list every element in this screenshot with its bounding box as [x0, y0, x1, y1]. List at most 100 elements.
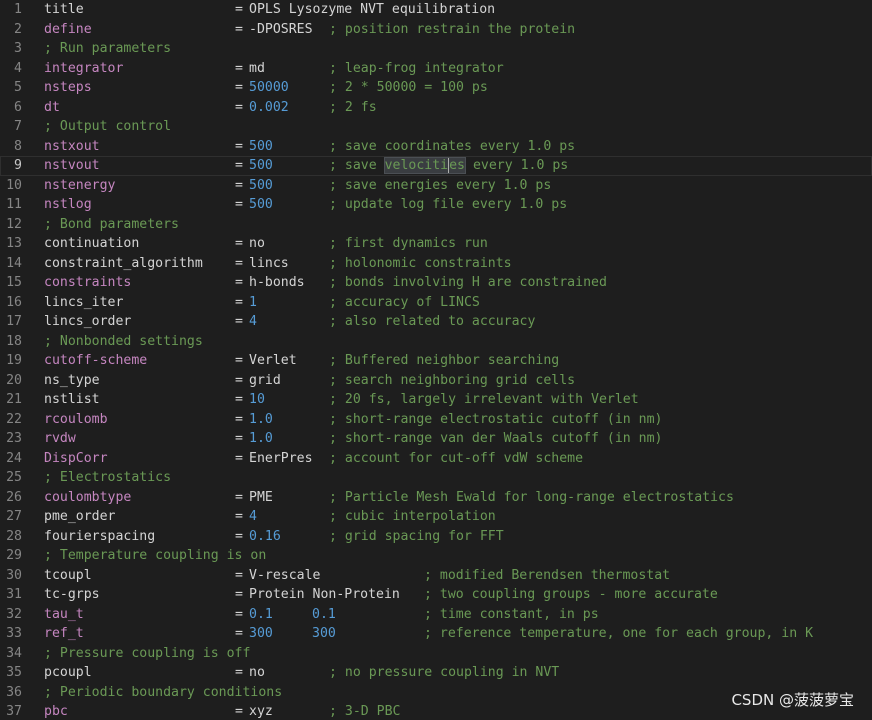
equals-sign: = [235, 411, 243, 427]
line-number: 34 [6, 645, 22, 661]
param-key: constraint_algorithm [44, 255, 203, 271]
code-line[interactable]: 34 ; Pressure coupling is off [0, 644, 872, 664]
inline-comment: ; short-range electrostatic cutoff (in n… [329, 410, 662, 430]
param-value: Verlet [249, 353, 297, 368]
section-comment: ; Nonbonded settings [44, 333, 203, 349]
param-value: 0.16 [249, 528, 281, 544]
code-line[interactable]: 33 ref_t = 300 300 ; reference temperature, o… [0, 624, 872, 644]
code-line[interactable]: 8 nstxout = 500 ; save coordinates every 1.0… [0, 137, 872, 157]
code-editor[interactable]: 1 title = OPLS Lysozyme NVT equilibration 2 d… [0, 0, 872, 720]
code-line[interactable]: 18 ; Nonbonded settings [0, 332, 872, 352]
inline-comment: ; leap-frog integrator [329, 59, 504, 79]
code-line[interactable]: 7 ; Output control [0, 117, 872, 137]
code-line[interactable]: 24 DispCorr = EnerPres ; account for cut-off… [0, 449, 872, 469]
param-value: 300 [249, 626, 273, 641]
code-line[interactable]: 1 title = OPLS Lysozyme NVT equilibration [0, 0, 872, 20]
param-key: lincs_order [44, 314, 132, 329]
equals-sign: = [235, 567, 243, 583]
param-value: V-rescale [249, 567, 321, 583]
inline-comment: ; bonds involving H are constrained [329, 273, 607, 293]
comment-text: ; short-range van der Waals cutoff (in n… [329, 431, 663, 446]
code-line[interactable]: 5 nsteps = 50000 ; 2 * 50000 = 100 ps [0, 78, 872, 98]
comment-text: ; accuracy of LINCS [329, 294, 480, 310]
code-line[interactable]: 20 ns_type = grid ; search neighboring grid … [0, 371, 872, 391]
comment-text: ; position restrain the protein [329, 21, 576, 37]
code-line[interactable]: 30 tcoupl = V-rescale ; modified Berendsen t… [0, 566, 872, 586]
equals-sign: = [235, 372, 243, 388]
param-value-2: 300 [312, 626, 336, 641]
line-number: 35 [6, 665, 22, 680]
code-line[interactable]: 26 coulombtype = PME ; Particle Mesh Ewald f… [0, 488, 872, 508]
param-key: nstenergy [44, 177, 116, 193]
code-line[interactable]: 19 cutoff-scheme = Verlet ; Buffered neighbo… [0, 351, 872, 371]
code-line[interactable]: 15 constraints = h-bonds ; bonds involving H… [0, 273, 872, 293]
inline-comment: ; 20 fs, largely irrelevant with Verlet [329, 390, 639, 410]
inline-comment: ; save coordinates every 1.0 ps [329, 137, 575, 157]
line-number: 2 [14, 21, 22, 37]
code-line[interactable]: 11 nstlog = 500 ; update log file every 1.0 … [0, 195, 872, 215]
section-comment: ; Electrostatics [44, 470, 172, 485]
param-key: cutoff-scheme [44, 353, 148, 368]
code-line[interactable]: 12 ; Bond parameters [0, 215, 872, 235]
param-key: lincs_iter [44, 294, 124, 310]
line-number: 18 [6, 333, 22, 349]
comment-text: ; account for cut-off vdW scheme [329, 450, 584, 466]
code-line[interactable]: 9 nstvout = 500 ; save velocities every 1.0 … [0, 156, 872, 176]
highlight-text: velociti [384, 158, 449, 173]
code-line[interactable]: 16 lincs_iter = 1 ; accuracy of LINCS [0, 293, 872, 313]
inline-comment: ; position restrain the protein [329, 20, 575, 40]
line-number: 23 [6, 431, 22, 446]
code-line[interactable]: 10 nstenergy = 500 ; save energies every 1.0… [0, 176, 872, 196]
code-line[interactable]: 25 ; Electrostatics [0, 468, 872, 488]
inline-comment: ; save energies every 1.0 ps [329, 176, 551, 196]
code-line[interactable]: 23 rvdw = 1.0 ; short-range van der Waals cu… [0, 429, 872, 449]
comment-text: ; short-range electrostatic cutoff (in n… [329, 411, 663, 427]
equals-sign: = [235, 255, 243, 271]
comment-text: ; cubic interpolation [329, 509, 496, 524]
param-key: nstlist [44, 392, 100, 407]
param-key: pme_order [44, 509, 116, 524]
code-line[interactable]: 14 constraint_algorithm = lincs ; holonomic … [0, 254, 872, 274]
code-line[interactable]: 6 dt = 0.002 ; 2 fs [0, 98, 872, 118]
code-line[interactable]: 35 pcoupl = no ; no pressure coupling in NVT [0, 663, 872, 683]
comment-tail: every 1.0 ps [465, 158, 569, 173]
param-value: EnerPres [249, 450, 313, 466]
line-number: 4 [14, 60, 22, 76]
equals-sign: = [235, 294, 243, 310]
param-key: dt [44, 99, 60, 115]
equals-sign: = [235, 450, 243, 466]
param-key: constraints [44, 275, 132, 290]
param-key: rcoulomb [44, 411, 108, 427]
param-value: md [249, 60, 265, 76]
code-line[interactable]: 2 define = -DPOSRES ; position restrain the … [0, 20, 872, 40]
param-value: no [249, 665, 265, 680]
code-line[interactable]: 27 pme_order = 4 ; cubic interpolation [0, 507, 872, 527]
comment-text: ; bonds involving H are constrained [329, 275, 607, 290]
comment-text: ; also related to accuracy [329, 314, 536, 329]
code-line[interactable]: 21 nstlist = 10 ; 20 fs, largely irrelevant … [0, 390, 872, 410]
param-key: pcoupl [44, 665, 92, 680]
code-line[interactable]: 29 ; Temperature coupling is on [0, 546, 872, 566]
param-value: 10 [249, 392, 265, 407]
code-line[interactable]: 17 lincs_order = 4 ; also related to accurac… [0, 312, 872, 332]
code-line[interactable]: 22 rcoulomb = 1.0 ; short-range electrostati… [0, 410, 872, 430]
code-line[interactable]: 13 continuation = no ; first dynamics run [0, 234, 872, 254]
section-comment: ; Output control [44, 119, 172, 134]
line-number: 32 [6, 606, 22, 622]
code-line[interactable]: 31 tc-grps = Protein Non-Protein ; two coupl… [0, 585, 872, 605]
param-value: 4 [249, 509, 257, 524]
watermark: CSDN @菠菠萝宝 [731, 691, 854, 709]
equals-sign: = [235, 606, 243, 622]
equals-sign: = [235, 158, 243, 173]
code-line[interactable]: 32 tau_t = 0.1 0.1 ; time constant, in ps [0, 605, 872, 625]
param-key: nsteps [44, 80, 92, 95]
code-line[interactable]: 3 ; Run parameters [0, 39, 872, 59]
section-comment: ; Bond parameters [44, 216, 179, 232]
code-line[interactable]: 4 integrator = md ; leap-frog integrator [0, 59, 872, 79]
param-key: nstlog [44, 197, 92, 212]
code-line[interactable]: 28 fourierspacing = 0.16 ; grid spacing for … [0, 527, 872, 547]
param-value: 1.0 [249, 431, 273, 446]
inline-comment: ; modified Berendsen thermostat [424, 566, 670, 586]
param-key: nstvout [44, 158, 100, 173]
equals-sign: = [235, 587, 243, 602]
